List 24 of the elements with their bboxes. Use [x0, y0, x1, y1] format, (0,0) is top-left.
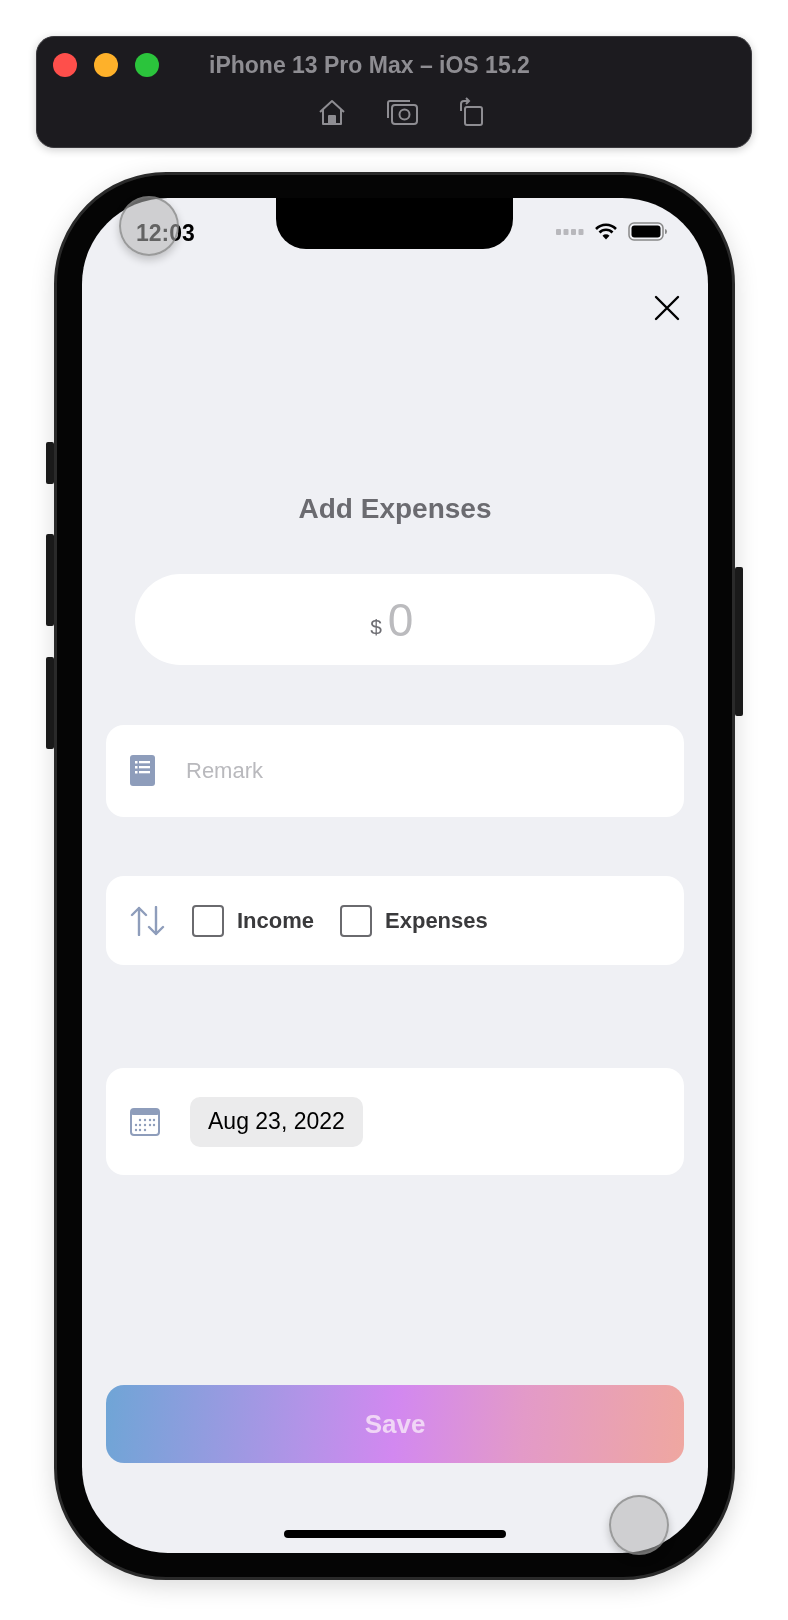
checkbox[interactable] [192, 904, 224, 937]
close-icon[interactable] [654, 295, 680, 321]
notes-icon [130, 755, 156, 787]
signal-icon [556, 228, 584, 235]
rotate-icon[interactable] [457, 97, 485, 127]
screenshot-icon[interactable] [385, 98, 419, 126]
touch-indicator [609, 1495, 669, 1555]
sort-arrows-icon [130, 905, 166, 936]
checkbox[interactable] [340, 904, 373, 937]
home-icon[interactable] [317, 97, 347, 127]
currency-symbol: $ [370, 614, 382, 639]
close-window-button[interactable] [53, 53, 77, 77]
battery-icon [628, 222, 668, 241]
minimize-window-button[interactable] [94, 53, 118, 77]
zoom-window-button[interactable] [135, 53, 159, 77]
amount-field[interactable]: 0 [387, 592, 420, 647]
date-picker-button[interactable]: Aug 23, 2022 [190, 1096, 363, 1147]
checkbox-label[interactable]: Income [237, 907, 315, 934]
status-time: 12:03 [136, 219, 195, 248]
window-title: iPhone 13 Pro Max – iOS 15.2 [209, 51, 530, 79]
page-title: Add Expenses [298, 492, 492, 526]
calendar-icon [130, 1107, 160, 1136]
checkbox-label[interactable]: Expenses [385, 907, 488, 934]
wifi-icon [595, 223, 617, 240]
